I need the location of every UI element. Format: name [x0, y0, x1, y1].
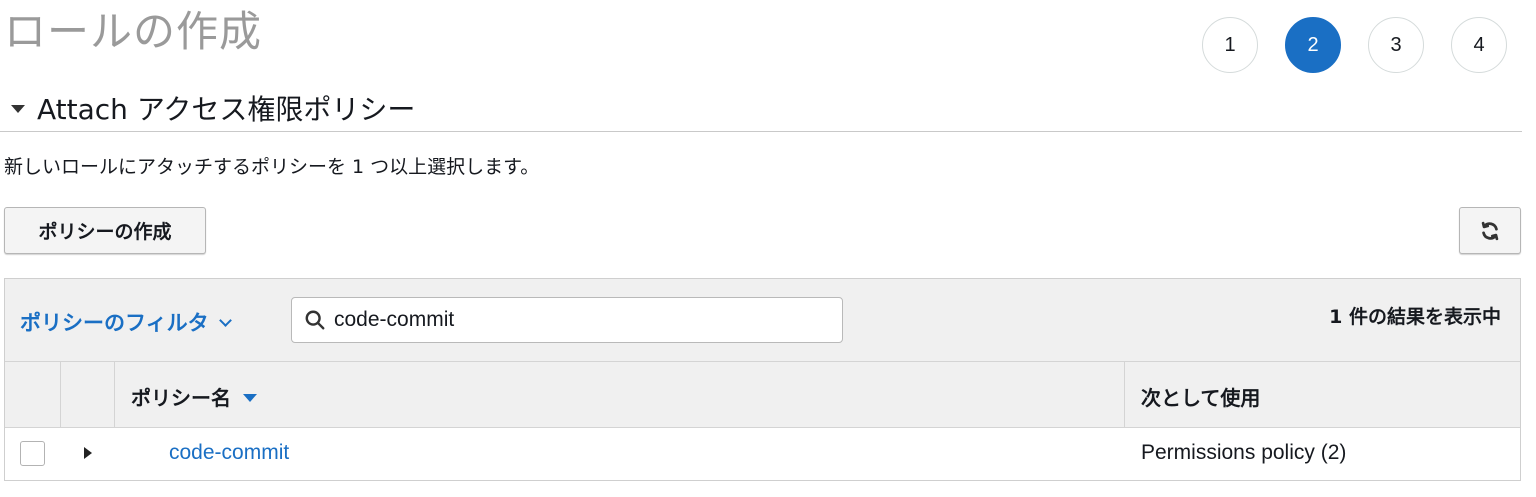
column-header-policy-name[interactable]: ポリシー名 — [131, 382, 257, 411]
row-checkbox[interactable] — [20, 441, 45, 466]
header-name-column — [115, 362, 1125, 428]
policy-table: ポリシーのフィルタ 1 件の結果を表示中 ポリシー名 次として使用 — [4, 278, 1521, 481]
refresh-icon — [1481, 221, 1499, 240]
header-expand-column — [61, 362, 115, 428]
table-row: code-commit Permissions policy (2) — [5, 428, 1520, 480]
policy-filter-label: ポリシーのフィルタ — [20, 311, 209, 335]
create-policy-button[interactable]: ポリシーの作成 — [4, 207, 206, 254]
table-header: ポリシー名 次として使用 — [5, 362, 1520, 428]
search-input[interactable] — [334, 308, 814, 332]
policy-used-as: Permissions policy (2) — [1141, 441, 1347, 464]
wizard-steps: 1 2 3 4 — [1202, 17, 1507, 73]
table-toolbar: ポリシーのフィルタ 1 件の結果を表示中 — [5, 279, 1520, 362]
policy-name-link[interactable]: code-commit — [169, 441, 289, 465]
column-header-policy-name-label: ポリシー名 — [131, 386, 231, 410]
sort-desc-icon — [243, 393, 257, 402]
section-description: 新しいロールにアタッチするポリシーを 1 つ以上選択します。 — [4, 156, 540, 178]
result-count: 1 件の結果を表示中 — [1329, 306, 1501, 328]
chevron-down-icon — [218, 313, 232, 327]
section-header[interactable]: Attach アクセス権限ポリシー — [0, 84, 1522, 132]
step-4[interactable]: 4 — [1451, 17, 1507, 73]
step-3[interactable]: 3 — [1368, 17, 1424, 73]
policy-filter-dropdown[interactable]: ポリシーのフィルタ — [20, 307, 232, 337]
collapse-caret-icon[interactable] — [11, 105, 25, 113]
create-role-page: ロールの作成 1 2 3 4 Attach アクセス権限ポリシー 新しいロールに… — [0, 0, 1536, 497]
search-box[interactable] — [291, 297, 843, 343]
section-title: Attach アクセス権限ポリシー — [37, 92, 416, 126]
page-title: ロールの作成 — [4, 7, 263, 56]
step-2-active[interactable]: 2 — [1285, 17, 1341, 73]
step-1[interactable]: 1 — [1202, 17, 1258, 73]
refresh-button[interactable] — [1459, 207, 1521, 254]
expand-caret-icon[interactable] — [84, 447, 92, 459]
search-icon — [305, 310, 325, 330]
column-header-used-as: 次として使用 — [1141, 386, 1261, 410]
header-select-column — [5, 362, 61, 428]
